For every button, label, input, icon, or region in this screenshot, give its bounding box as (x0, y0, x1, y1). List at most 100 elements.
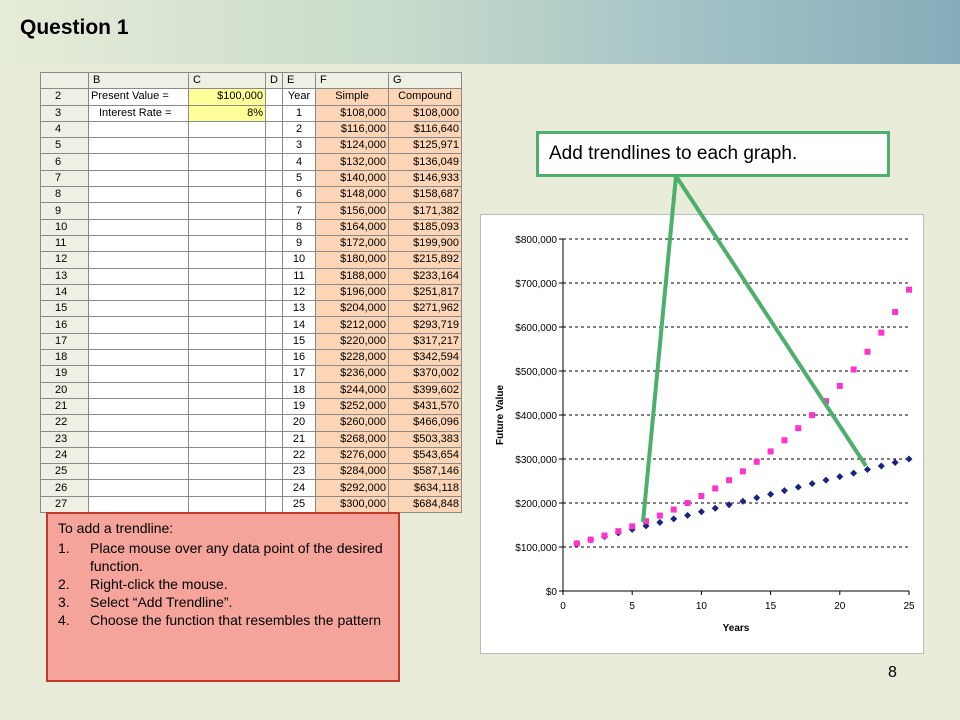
compound-value-cell[interactable]: $233,164 (388, 267, 462, 285)
cell[interactable] (88, 414, 189, 432)
cell[interactable] (265, 153, 283, 171)
year-cell[interactable]: 10 (282, 251, 316, 269)
cell[interactable] (265, 234, 283, 253)
year-cell[interactable]: 21 (282, 430, 316, 448)
cell[interactable] (265, 446, 283, 465)
simple-value-cell[interactable]: $244,000 (315, 381, 389, 399)
row-header[interactable]: 4 (40, 120, 89, 139)
cell[interactable] (88, 153, 189, 171)
year-cell[interactable]: 16 (282, 349, 316, 367)
compound-value-cell[interactable]: $136,049 (388, 153, 462, 171)
cell[interactable] (88, 234, 189, 253)
compound-value-cell[interactable]: $116,640 (388, 120, 462, 139)
simple-value-cell[interactable]: $124,000 (315, 137, 389, 155)
year-cell[interactable]: 8 (282, 218, 316, 236)
cell[interactable] (265, 414, 283, 432)
column-header-f[interactable]: F (315, 71, 389, 90)
simple-value-cell[interactable]: $292,000 (315, 479, 389, 497)
cell[interactable] (265, 169, 283, 188)
year-cell[interactable]: 18 (282, 381, 316, 399)
compound-value-cell[interactable]: $587,146 (388, 463, 462, 481)
year-cell[interactable]: 13 (282, 300, 316, 318)
cell[interactable] (265, 202, 283, 220)
simple-value-cell[interactable]: $180,000 (315, 251, 389, 269)
row-header[interactable]: 5 (40, 137, 89, 155)
cell[interactable] (88, 332, 189, 351)
cell[interactable] (188, 479, 266, 497)
row-header[interactable]: 3 (40, 104, 89, 122)
row-header[interactable]: 25 (40, 463, 89, 481)
simple-value-cell[interactable]: $300,000 (315, 495, 389, 514)
year-cell[interactable]: 3 (282, 137, 316, 155)
cell[interactable] (188, 218, 266, 236)
year-cell[interactable]: 25 (282, 495, 316, 514)
cell[interactable] (188, 446, 266, 465)
cell[interactable] (265, 495, 283, 514)
simple-value-cell[interactable]: $268,000 (315, 430, 389, 448)
compound-value-cell[interactable]: $634,118 (388, 479, 462, 497)
cell[interactable] (188, 397, 266, 416)
cell[interactable] (188, 234, 266, 253)
compound-value-cell[interactable]: $431,570 (388, 397, 462, 416)
cell[interactable] (88, 120, 189, 139)
year-cell[interactable]: 12 (282, 283, 316, 302)
cell[interactable] (88, 300, 189, 318)
cell[interactable] (88, 251, 189, 269)
row-header[interactable]: 10 (40, 218, 89, 236)
present-value-cell[interactable]: $100,000 (188, 88, 266, 106)
cell[interactable] (265, 267, 283, 285)
compound-value-cell[interactable]: $684,848 (388, 495, 462, 514)
row-header[interactable]: 6 (40, 153, 89, 171)
cell[interactable] (265, 349, 283, 367)
compound-value-cell[interactable]: $158,687 (388, 186, 462, 204)
compound-header-cell[interactable]: Compound (388, 88, 462, 106)
simple-value-cell[interactable]: $220,000 (315, 332, 389, 351)
cell[interactable] (88, 186, 189, 204)
cell[interactable] (88, 479, 189, 497)
cell[interactable] (265, 88, 283, 106)
row-header[interactable]: 19 (40, 365, 89, 383)
simple-value-cell[interactable]: $204,000 (315, 300, 389, 318)
year-cell[interactable]: 24 (282, 479, 316, 497)
row-header[interactable]: 24 (40, 446, 89, 465)
simple-value-cell[interactable]: $164,000 (315, 218, 389, 236)
cell[interactable] (188, 316, 266, 334)
compound-value-cell[interactable]: $171,382 (388, 202, 462, 220)
compound-value-cell[interactable]: $215,892 (388, 251, 462, 269)
compound-value-cell[interactable]: $317,217 (388, 332, 462, 351)
cell[interactable] (265, 300, 283, 318)
cell[interactable] (188, 283, 266, 302)
cell[interactable] (265, 137, 283, 155)
cell[interactable] (88, 283, 189, 302)
year-cell[interactable]: 17 (282, 365, 316, 383)
simple-value-cell[interactable]: $172,000 (315, 234, 389, 253)
cell[interactable] (188, 120, 266, 139)
simple-value-cell[interactable]: $132,000 (315, 153, 389, 171)
cell[interactable] (265, 316, 283, 334)
cell[interactable] (188, 169, 266, 188)
cell[interactable] (265, 397, 283, 416)
cell[interactable] (88, 202, 189, 220)
row-header[interactable]: 2 (40, 88, 89, 106)
cell[interactable] (265, 186, 283, 204)
cell[interactable] (188, 463, 266, 481)
cell[interactable] (188, 332, 266, 351)
row-header[interactable]: 17 (40, 332, 89, 351)
compound-value-cell[interactable]: $251,817 (388, 283, 462, 302)
cell[interactable] (188, 153, 266, 171)
year-cell[interactable]: 5 (282, 169, 316, 188)
simple-value-cell[interactable]: $212,000 (315, 316, 389, 334)
simple-value-cell[interactable]: $140,000 (315, 169, 389, 188)
simple-value-cell[interactable]: $108,000 (315, 104, 389, 122)
compound-value-cell[interactable]: $146,933 (388, 169, 462, 188)
year-cell[interactable]: 19 (282, 397, 316, 416)
row-header[interactable]: 14 (40, 283, 89, 302)
cell[interactable] (265, 365, 283, 383)
compound-value-cell[interactable]: $370,002 (388, 365, 462, 383)
cell[interactable] (265, 218, 283, 236)
column-header-c[interactable]: C (188, 71, 266, 90)
cell[interactable] (265, 104, 283, 122)
simple-value-cell[interactable]: $284,000 (315, 463, 389, 481)
year-header-cell[interactable]: Year (282, 88, 316, 106)
cell[interactable] (188, 202, 266, 220)
